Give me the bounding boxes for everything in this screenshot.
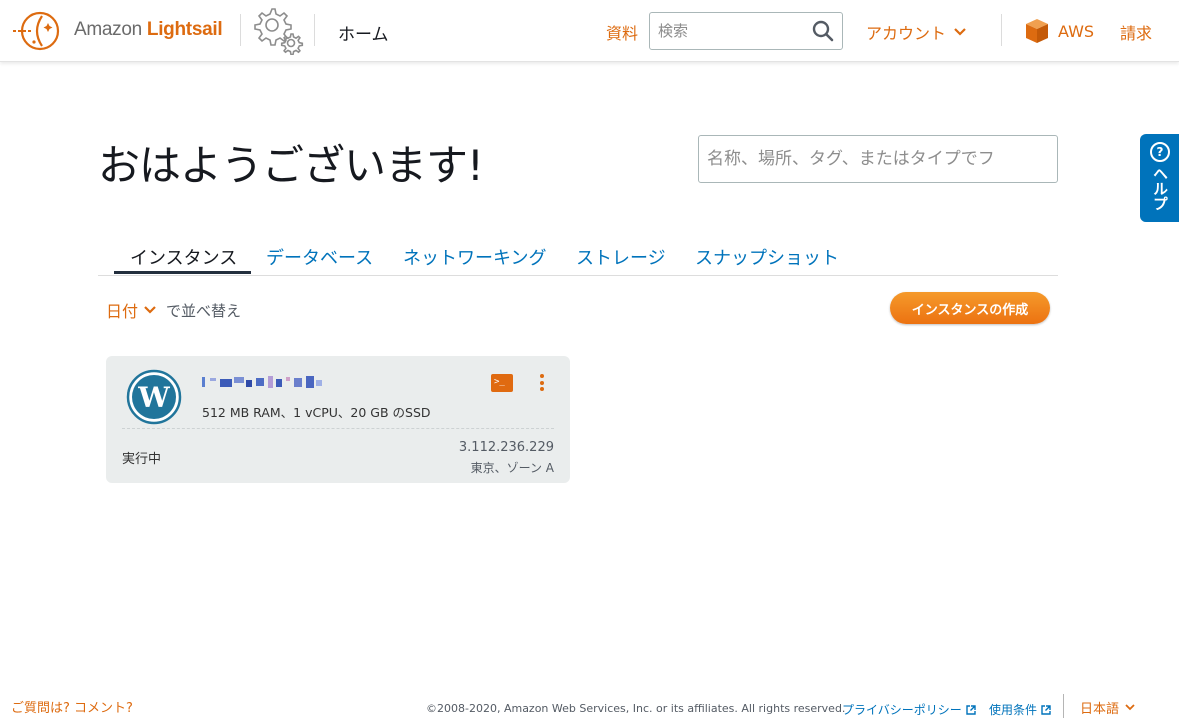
tab-snapshots[interactable]: スナップショット	[695, 244, 839, 270]
instance-name-redacted[interactable]	[202, 375, 332, 389]
tab-instances[interactable]: インスタンス	[130, 244, 237, 270]
header-divider	[1001, 14, 1002, 46]
terms-link[interactable]: 使用条件	[989, 701, 1051, 718]
instance-ip: 3.112.236.229	[458, 440, 554, 455]
terms-label: 使用条件	[989, 703, 1038, 717]
external-link-icon	[966, 704, 976, 715]
instance-spec: 512 MB RAM、1 vCPU、20 GB のSSD	[202, 405, 431, 420]
create-instance-button[interactable]: インスタンスの作成	[890, 292, 1050, 324]
brand-prefix: Amazon	[74, 19, 142, 40]
docs-link[interactable]: 資料	[606, 20, 638, 44]
sort-value: 日付	[106, 302, 139, 321]
page-title: おはようございます!	[98, 141, 484, 190]
instance-zone: 東京、ゾーン A	[470, 461, 554, 475]
card-divider	[122, 428, 554, 429]
account-label: アカウント	[866, 24, 947, 43]
resource-tabs: インスタンス データベース ネットワーキング ストレージ スナップショット	[98, 240, 1058, 276]
sort-label: で並べ替え	[166, 301, 242, 320]
home-breadcrumb[interactable]: ホーム	[338, 20, 389, 45]
tab-networking[interactable]: ネットワーキング	[403, 244, 546, 270]
filter-input[interactable]	[699, 136, 1057, 182]
chevron-down-icon	[1125, 704, 1135, 711]
terminal-connect-icon[interactable]: >_	[491, 374, 513, 392]
aws-cube-icon	[1026, 19, 1048, 43]
more-options-icon[interactable]	[536, 374, 548, 396]
header-divider	[240, 14, 241, 46]
instance-status: 実行中	[122, 452, 162, 467]
external-link-icon	[1041, 704, 1051, 715]
sort-dropdown[interactable]: 日付	[106, 298, 156, 322]
footer-divider	[1063, 694, 1064, 718]
top-nav: Amazon Lightsail ホーム 資料 アカウント AWS	[0, 0, 1179, 62]
tab-databases[interactable]: データベース	[266, 244, 373, 270]
tab-storage[interactable]: ストレージ	[576, 244, 666, 270]
question-circle-icon: ?	[1150, 142, 1170, 162]
svg-text:W: W	[137, 381, 170, 414]
resource-filter	[698, 135, 1058, 183]
copyright-text: ©2008-2020, Amazon Web Services, Inc. or…	[426, 702, 846, 715]
instance-card[interactable]: W 512 MB RAM、1 vCPU、20 GB のSSD >_ 実行中 3.…	[106, 356, 570, 483]
chevron-down-icon	[144, 306, 156, 314]
brand-product: Lightsail	[146, 19, 223, 40]
language-selector[interactable]: 日本語	[1080, 698, 1135, 717]
help-tab[interactable]: ? ヘルプ	[1140, 134, 1179, 222]
account-menu[interactable]: アカウント	[866, 20, 966, 44]
search-input[interactable]	[650, 13, 800, 49]
privacy-link[interactable]: プライバシーポリシー	[842, 701, 976, 718]
billing-link[interactable]: 請求	[1120, 20, 1152, 44]
wordpress-icon: W	[126, 369, 182, 425]
chevron-down-icon	[954, 28, 966, 36]
search-icon[interactable]	[812, 20, 834, 42]
lightsail-logo-icon[interactable]	[12, 9, 64, 53]
header-divider	[314, 14, 315, 46]
feedback-link[interactable]: ご質問は? コメント?	[11, 697, 133, 716]
aws-console-link[interactable]: AWS	[1024, 18, 1094, 44]
settings-gear-icon[interactable]	[252, 5, 304, 55]
active-tab-indicator	[114, 271, 251, 274]
aws-label: AWS	[1058, 21, 1095, 41]
language-label: 日本語	[1080, 702, 1120, 717]
privacy-label: プライバシーポリシー	[842, 703, 962, 717]
search-box	[649, 12, 843, 50]
help-label: ヘルプ	[1151, 166, 1169, 211]
sort-control: 日付 で並べ替え	[106, 298, 241, 322]
brand-name[interactable]: Amazon Lightsail	[74, 19, 223, 41]
